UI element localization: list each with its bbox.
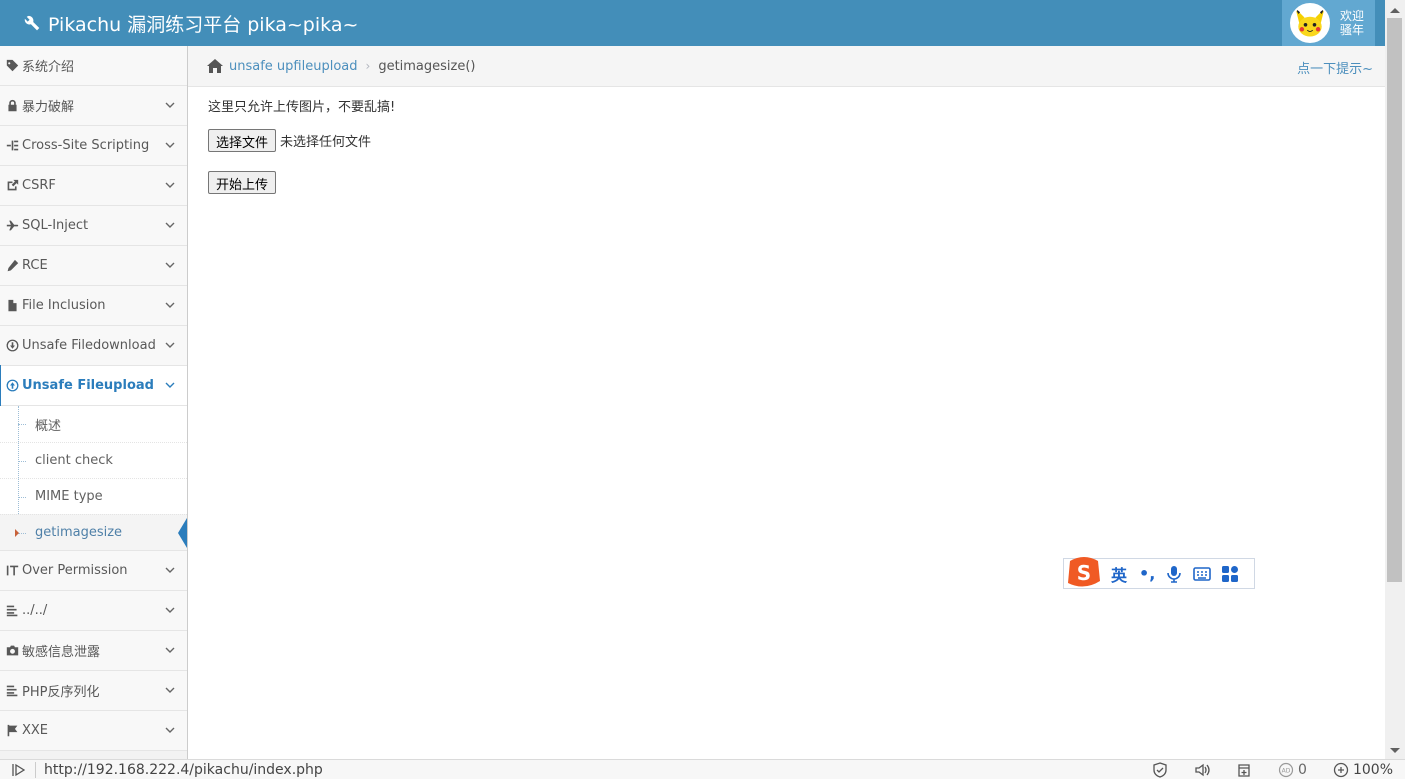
browser-statusbar: http://192.168.222.4/pikachu/index.php A… [0, 759, 1405, 779]
sidebar: 系统介绍 暴力破解 Cross-Site Scripting CSRF SQL-… [0, 46, 188, 759]
chevron-down-icon [165, 182, 175, 188]
breadcrumb: unsafe upfileupload › getimagesize() 点一下… [188, 46, 1385, 87]
grid-apps-icon[interactable] [1221, 565, 1239, 583]
sidebar-item-xss[interactable]: Cross-Site Scripting [0, 126, 187, 166]
home-icon[interactable] [206, 58, 224, 74]
ad-block-count: 0 [1298, 762, 1307, 778]
sidebar-item-file-inclusion[interactable]: File Inclusion [0, 286, 187, 326]
chevron-down-icon [165, 302, 175, 308]
sidebar-item-intro[interactable]: 系统介绍 [0, 46, 187, 86]
sidebar-item-filedownload[interactable]: Unsafe Filedownload [0, 326, 187, 366]
hint-link[interactable]: 点一下提示~ [1297, 58, 1373, 77]
no-file-label: 未选择任何文件 [280, 135, 372, 150]
sidebar-item-sqli[interactable]: SQL-Inject [0, 206, 187, 246]
breadcrumb-separator-icon: › [365, 59, 371, 73]
sidebar-item-info-leak[interactable]: 敏感信息泄露 [0, 631, 187, 671]
sidebar-item-bruteforce[interactable]: 暴力破解 [0, 86, 187, 126]
sub-item-getimagesize[interactable]: getimagesize [0, 514, 187, 550]
welcome-text: 欢迎 骚年 [1340, 9, 1365, 37]
ime-toolbar[interactable]: S 英 •, [1063, 555, 1255, 589]
fileupload-submenu: 概述 client check MIME type getimagesize [0, 406, 187, 551]
sidebar-item-php-unserialize[interactable]: PHP反序列化 [0, 671, 187, 711]
chevron-down-icon [165, 607, 175, 613]
microphone-icon[interactable] [1165, 565, 1183, 583]
scroll-thumb[interactable] [1387, 18, 1402, 582]
chevron-down-icon [165, 342, 175, 348]
vertical-scrollbar[interactable] [1385, 0, 1405, 759]
sidebar-item-over-permission[interactable]: Over Permission [0, 551, 187, 591]
align-left-icon [5, 683, 20, 698]
breadcrumb-link[interactable]: unsafe upfileupload [229, 59, 358, 74]
main-content: 这里只允许上传图片，不要乱搞! 选择文件 未选择任何文件 开始上传 [208, 96, 395, 194]
active-pointer-icon [178, 518, 187, 548]
chevron-down-icon [165, 382, 175, 388]
sub-item-client-check[interactable]: client check [0, 442, 187, 478]
chevron-down-icon [165, 102, 175, 108]
chevron-down-icon [165, 647, 175, 653]
chevron-down-icon [165, 262, 175, 268]
sub-item-overview[interactable]: 概述 [0, 406, 187, 442]
sidebar-item-xxe[interactable]: XXE [0, 711, 187, 751]
svg-text:S: S [1077, 561, 1091, 585]
sub-item-mime-type[interactable]: MIME type [0, 478, 187, 514]
sidebar-item-rce[interactable]: RCE [0, 246, 187, 286]
caret-right-icon [15, 529, 19, 537]
top-navbar: Pikachu 漏洞练习平台 pika~pika~ 欢迎 骚年 [0, 0, 1385, 46]
wrench-icon [24, 15, 40, 31]
chevron-down-icon [165, 567, 175, 573]
shield-check-icon[interactable] [1152, 762, 1168, 778]
text-height-icon [5, 563, 20, 578]
avatar [1290, 3, 1330, 43]
flag-icon [5, 723, 20, 738]
choose-file-button[interactable]: 选择文件 [208, 129, 277, 152]
chevron-down-icon [165, 222, 175, 228]
sidebar-item-fileupload[interactable]: Unsafe Fileupload [0, 365, 187, 406]
plane-icon [5, 218, 20, 233]
scroll-down-icon[interactable] [1390, 748, 1400, 753]
sogou-logo-icon[interactable]: S [1066, 555, 1102, 589]
tab-add-icon[interactable] [1236, 762, 1252, 778]
share-icon [5, 178, 20, 193]
ime-punctuation-toggle[interactable]: •, [1139, 564, 1155, 583]
svg-text:AD: AD [1282, 768, 1291, 775]
upload-notice: 这里只允许上传图片，不要乱搞! [208, 100, 396, 115]
file-icon [5, 298, 20, 313]
pikachu-avatar-icon [1295, 8, 1325, 37]
align-left-icon [5, 603, 20, 618]
sitemap-icon [5, 138, 20, 153]
sidebar-item-csrf[interactable]: CSRF [0, 166, 187, 206]
user-menu[interactable]: 欢迎 骚年 [1282, 0, 1375, 46]
play-icon[interactable] [11, 763, 25, 777]
breadcrumb-current: getimagesize() [378, 58, 476, 74]
zoom-icon[interactable] [1333, 762, 1349, 778]
zoom-level[interactable]: 100% [1353, 762, 1393, 778]
chevron-down-icon [165, 142, 175, 148]
chevron-down-icon [165, 727, 175, 733]
speaker-icon[interactable] [1194, 762, 1210, 778]
brand[interactable]: Pikachu 漏洞练习平台 pika~pika~ [22, 10, 358, 37]
tag-icon [5, 58, 20, 73]
download-circle-icon [5, 338, 20, 353]
chevron-down-icon [165, 687, 175, 693]
pencil-icon [5, 258, 20, 273]
upload-button[interactable]: 开始上传 [208, 171, 277, 194]
camera-icon [5, 643, 20, 658]
file-input[interactable]: 选择文件 未选择任何文件 [208, 129, 395, 152]
upload-circle-icon [5, 378, 20, 393]
sidebar-item-dir-traversal[interactable]: ../../ [0, 591, 187, 631]
ad-block-icon[interactable]: AD [1278, 762, 1294, 778]
scroll-up-icon[interactable] [1390, 8, 1400, 13]
brand-title: Pikachu 漏洞练习平台 pika~pika~ [48, 14, 359, 36]
lock-icon [5, 98, 20, 113]
keyboard-icon[interactable] [1193, 565, 1212, 583]
ime-language-toggle[interactable]: 英 [1111, 562, 1127, 586]
status-url: http://192.168.222.4/pikachu/index.php [44, 761, 323, 778]
